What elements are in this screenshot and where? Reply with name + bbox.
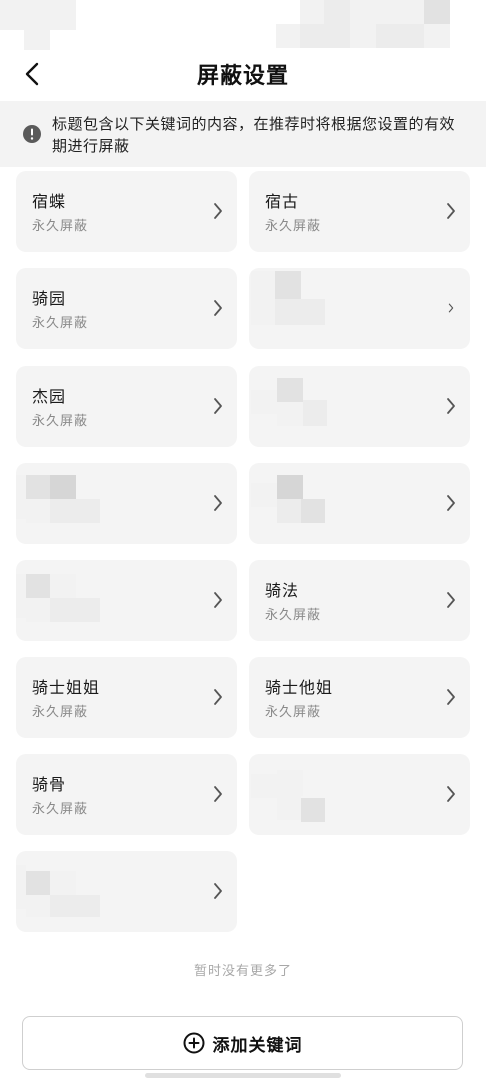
obscured-keyword — [251, 471, 331, 527]
screen: 屏蔽设置 标题包含以下关键词的内容，在推荐时将根据您设置的有效期进行屏蔽 宿蝶 … — [0, 0, 486, 1080]
keyword-duration: 永久屏蔽 — [32, 414, 89, 429]
notice-banner: 标题包含以下关键词的内容，在推荐时将根据您设置的有效期进行屏蔽 — [0, 101, 486, 167]
keyword-card[interactable]: 宿蝶 永久屏蔽 — [16, 171, 237, 252]
chevron-right-icon — [447, 786, 455, 802]
chevron-right-icon — [447, 592, 455, 608]
nav-header: 屏蔽设置 — [0, 48, 486, 100]
chevron-right-icon — [447, 203, 455, 219]
chevron-right-icon — [214, 300, 222, 316]
keyword-card-obscured[interactable] — [249, 463, 470, 544]
keyword-duration: 永久屏蔽 — [265, 705, 322, 720]
keyword-card-obscured[interactable] — [16, 463, 237, 544]
chevron-right-icon — [214, 689, 222, 705]
plus-circle-icon — [183, 1032, 204, 1054]
chevron-right-icon — [447, 398, 455, 414]
page-title: 屏蔽设置 — [196, 64, 289, 89]
keyword-card[interactable]: 骑士他姐 永久屏蔽 — [249, 657, 470, 738]
chevron-right-icon — [214, 786, 222, 802]
chevron-right-icon — [214, 592, 222, 608]
keyword-card[interactable]: 骑园 永久屏蔽 — [16, 268, 237, 349]
add-keyword-label: 添加关键词 — [212, 1035, 303, 1056]
home-indicator — [145, 1073, 341, 1078]
keyword-duration: 永久屏蔽 — [265, 219, 322, 234]
notice-text: 标题包含以下关键词的内容，在推荐时将根据您设置的有效期进行屏蔽 — [52, 115, 456, 155]
obscured-keyword — [251, 378, 329, 428]
keyword-duration: 永久屏蔽 — [32, 316, 89, 331]
keyword-text: 杰园 — [32, 387, 67, 406]
keyword-card[interactable]: 宿古 永久屏蔽 — [249, 171, 470, 252]
chevron-right-icon — [214, 398, 222, 414]
chevron-right-icon — [448, 303, 454, 313]
keyword-card-obscured[interactable] — [16, 560, 237, 641]
keyword-text: 骑骨 — [32, 775, 67, 794]
obscured-keyword — [251, 271, 325, 327]
obscured-keyword — [251, 762, 331, 822]
obscured-keyword — [16, 471, 106, 527]
add-keyword-button[interactable]: 添加关键词 — [22, 1016, 463, 1070]
keyword-duration: 永久屏蔽 — [32, 219, 89, 234]
keyword-card[interactable]: 杰园 永久屏蔽 — [16, 366, 237, 447]
keyword-duration: 永久屏蔽 — [265, 608, 322, 623]
keyword-card-obscured[interactable] — [249, 366, 470, 447]
obscured-keyword — [16, 570, 106, 626]
chevron-right-icon — [447, 689, 455, 705]
keyword-text: 骑法 — [265, 581, 300, 600]
keyword-card-obscured[interactable] — [249, 754, 470, 835]
keyword-duration: 永久屏蔽 — [32, 802, 89, 817]
chevron-right-icon — [447, 495, 455, 511]
keyword-card[interactable]: 骑法 永久屏蔽 — [249, 560, 470, 641]
alert-circle-icon — [23, 125, 41, 143]
keyword-card-obscured[interactable] — [249, 268, 470, 349]
status-bar — [0, 0, 486, 52]
no-more-text: 暂时没有更多了 — [193, 964, 292, 979]
keyword-text: 骑士姐姐 — [32, 678, 101, 697]
keyword-text: 骑士他姐 — [265, 678, 334, 697]
keyword-card[interactable]: 骑士姐姐 永久屏蔽 — [16, 657, 237, 738]
keyword-card-obscured[interactable] — [16, 851, 237, 932]
keyword-text: 宿古 — [265, 192, 300, 211]
chevron-right-icon — [214, 203, 222, 219]
chevron-right-icon — [214, 495, 222, 511]
chevron-right-icon — [214, 883, 222, 899]
keyword-duration: 永久屏蔽 — [32, 705, 89, 720]
obscured-keyword — [16, 861, 106, 917]
keyword-text: 骑园 — [32, 289, 67, 308]
keyword-text: 宿蝶 — [32, 192, 67, 211]
keyword-card[interactable]: 骑骨 永久屏蔽 — [16, 754, 237, 835]
